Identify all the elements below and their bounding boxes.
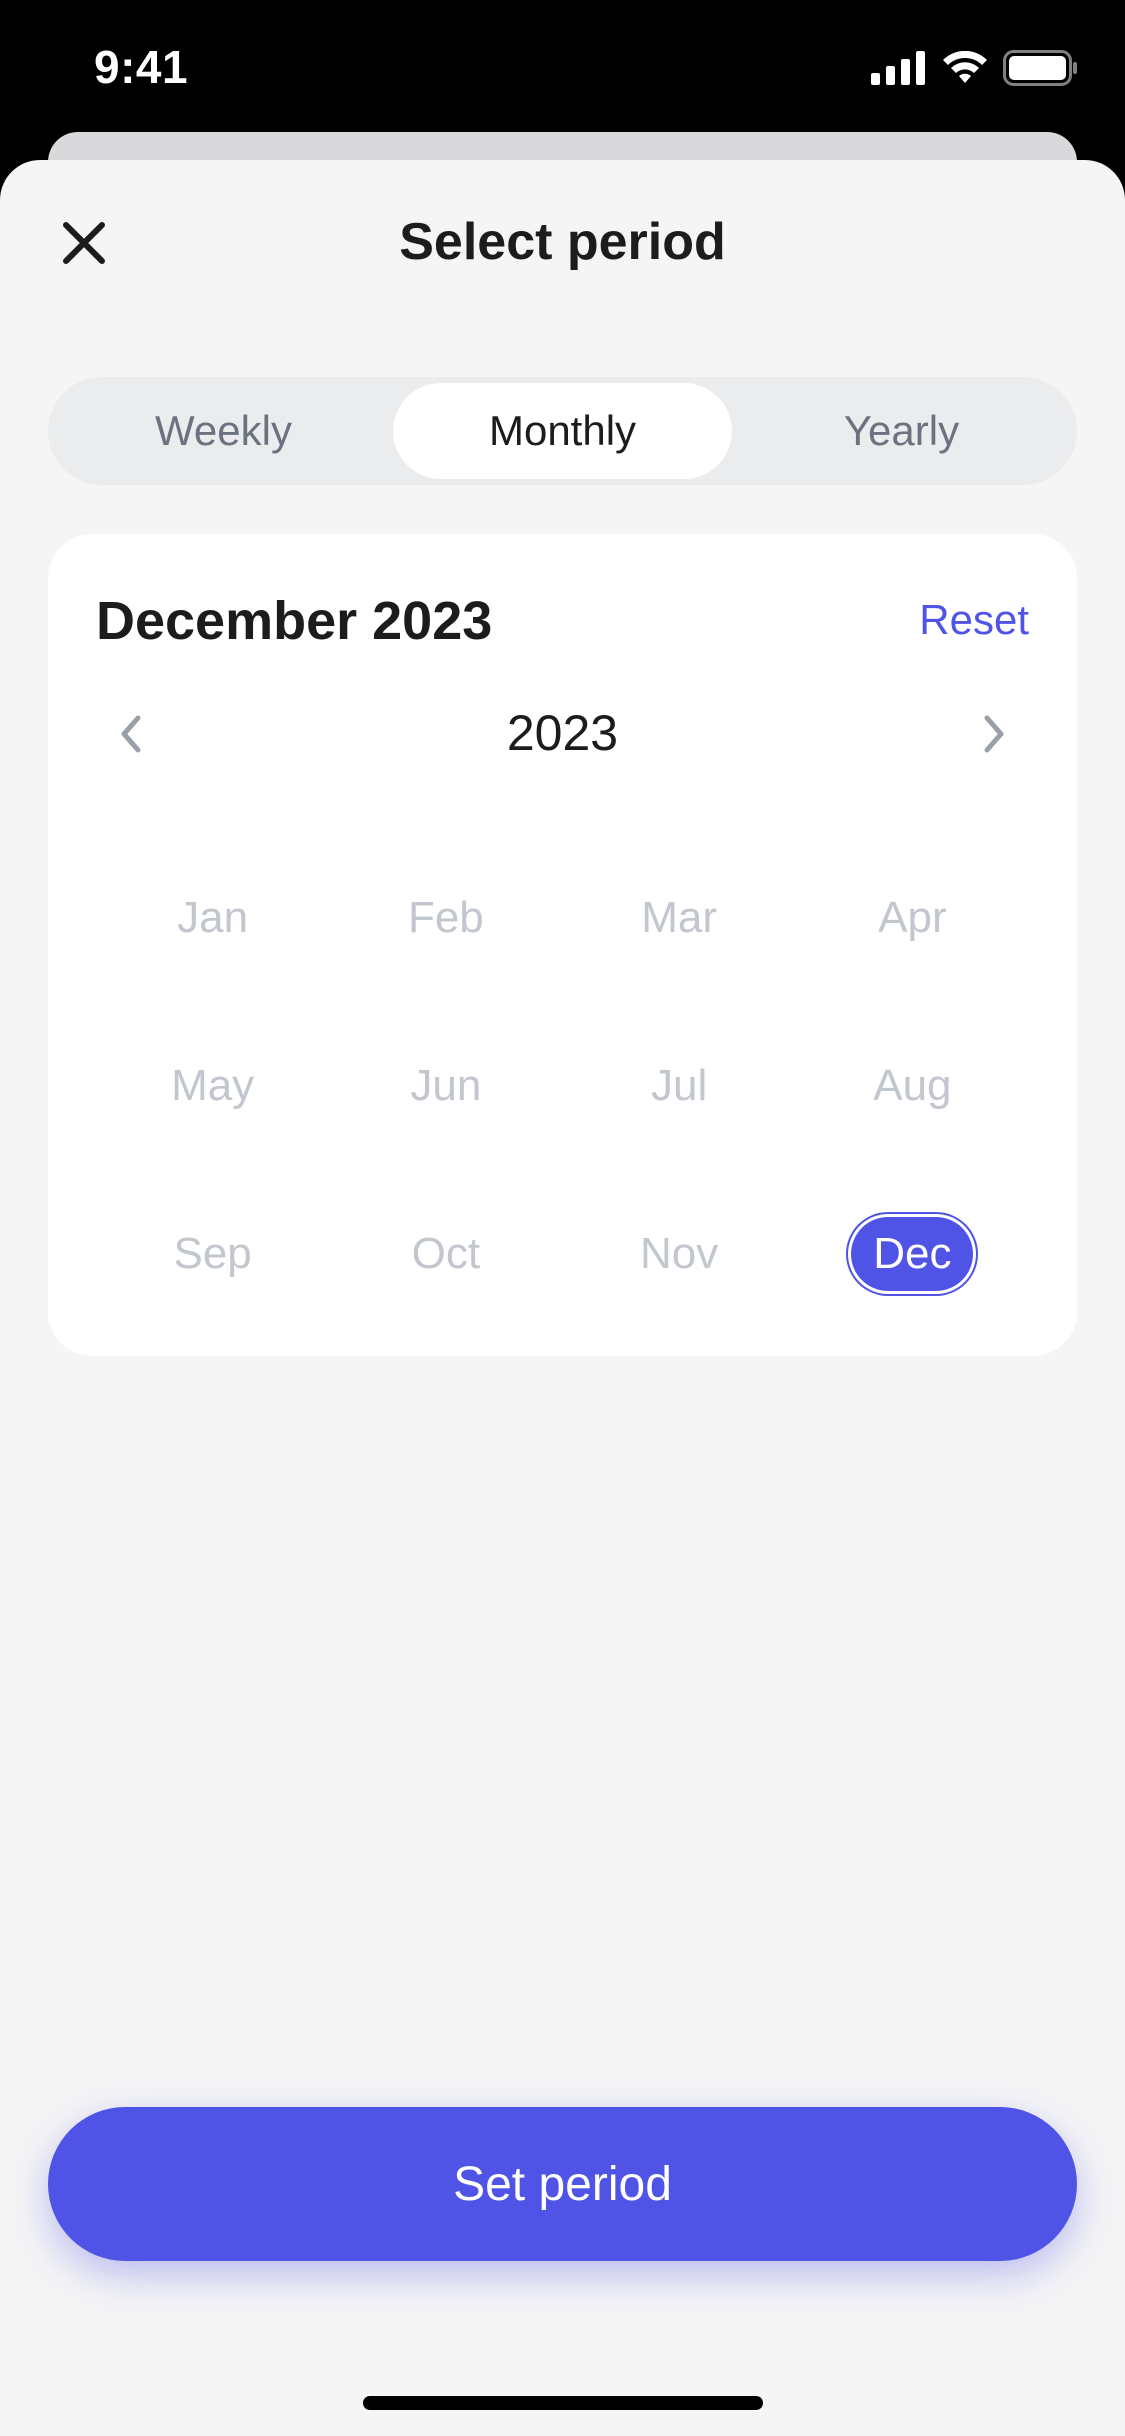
month-sep[interactable]: Sep bbox=[96, 1170, 329, 1338]
year-navigator: 2023 bbox=[48, 696, 1077, 776]
home-indicator bbox=[363, 2396, 763, 2410]
tab-monthly[interactable]: Monthly bbox=[393, 383, 732, 479]
month-jul[interactable]: Jul bbox=[563, 1002, 796, 1170]
page-title: Select period bbox=[399, 213, 726, 271]
tab-yearly[interactable]: Yearly bbox=[732, 383, 1071, 479]
month-may[interactable]: May bbox=[96, 1002, 329, 1170]
set-period-button[interactable]: Set period bbox=[48, 2107, 1077, 2261]
month-jan[interactable]: Jan bbox=[96, 834, 329, 1002]
month-nov[interactable]: Nov bbox=[563, 1170, 796, 1338]
month-jun[interactable]: Jun bbox=[329, 1002, 562, 1170]
month-aug[interactable]: Aug bbox=[796, 1002, 1029, 1170]
tab-weekly[interactable]: Weekly bbox=[54, 383, 393, 479]
month-oct[interactable]: Oct bbox=[329, 1170, 562, 1338]
wifi-icon bbox=[941, 50, 989, 90]
status-time: 9:41 bbox=[94, 41, 189, 93]
chevron-right-icon bbox=[983, 714, 1007, 759]
month-picker-card: December 2023 Reset 2023 Jan Feb Mar Apr… bbox=[48, 534, 1077, 1356]
period-tabs: Weekly Monthly Yearly bbox=[48, 377, 1077, 485]
year-label: 2023 bbox=[506, 705, 619, 761]
next-year-button[interactable] bbox=[965, 706, 1025, 766]
month-grid: Jan Feb Mar Apr May Jun Jul Aug Sep Oct … bbox=[96, 834, 1029, 1338]
selected-period-label: December 2023 bbox=[96, 591, 493, 651]
reset-button[interactable]: Reset bbox=[919, 596, 1029, 644]
status-icons bbox=[871, 50, 1079, 91]
battery-icon bbox=[1003, 50, 1079, 91]
month-mar[interactable]: Mar bbox=[563, 834, 796, 1002]
month-feb[interactable]: Feb bbox=[329, 834, 562, 1002]
signal-icon bbox=[871, 51, 927, 90]
status-bar: 9:41 bbox=[0, 0, 1125, 140]
month-apr[interactable]: Apr bbox=[796, 834, 1029, 1002]
month-dec[interactable]: Dec bbox=[796, 1170, 1029, 1338]
